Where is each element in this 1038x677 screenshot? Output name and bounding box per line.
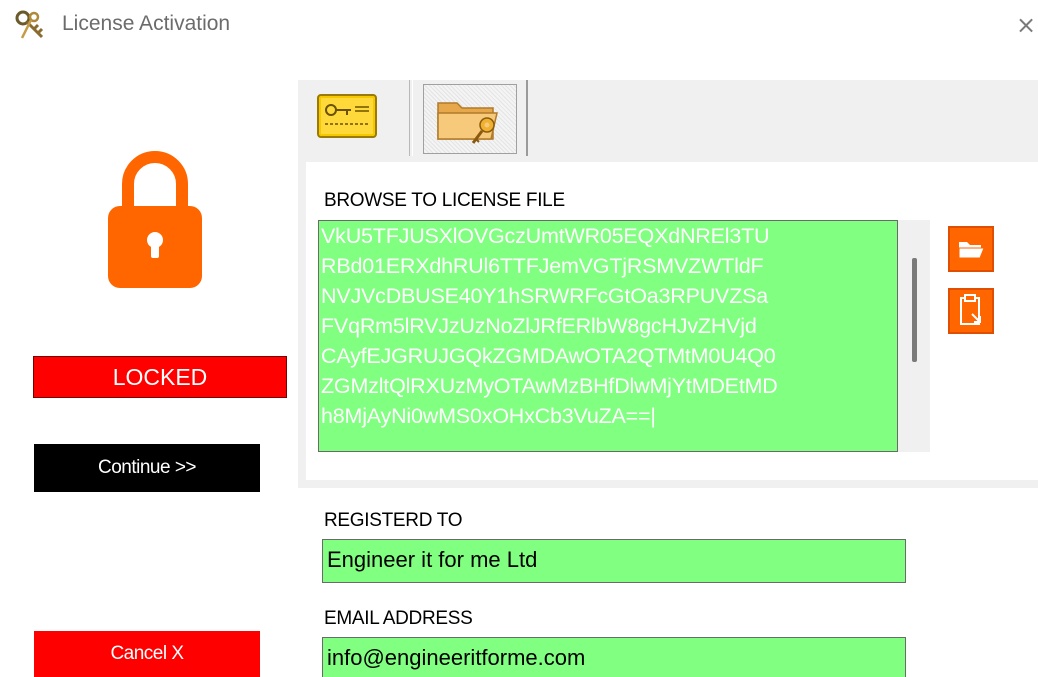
- license-text-container: VkU5TFJUSXlOVGczUmtWR05EQXdNREl3TU RBd01…: [318, 220, 930, 452]
- locked-status-badge: LOCKED: [33, 356, 287, 398]
- browse-license-button[interactable]: [948, 226, 994, 272]
- license-activation-window: License Activation × LOCKED Continue >> …: [0, 0, 1038, 677]
- license-line: CAyfEJGRUJGQkZGMDAwOTA2QTMtM0U4Q0: [321, 344, 776, 368]
- license-key-card-icon: [317, 94, 377, 138]
- license-text-area[interactable]: VkU5TFJUSXlOVGczUmtWR05EQXdNREl3TU RBd01…: [318, 220, 898, 452]
- cancel-button[interactable]: Cancel X: [34, 631, 260, 677]
- window-title: License Activation: [62, 12, 231, 35]
- license-line: NVJVcDBUSE40Y1hSRWRFcGtOa3RPUVZSa: [321, 284, 769, 308]
- tab-license-file[interactable]: [412, 80, 528, 156]
- license-line: FVqRm5lRVJzUzNoZlJRfERlbW8gcHJvZHVjd: [321, 314, 757, 338]
- folder-key-icon: [437, 102, 498, 144]
- paste-clipboard-icon: [960, 294, 981, 325]
- tab-strip: [298, 80, 1038, 162]
- license-file-label: BROWSE TO LICENSE FILE: [324, 190, 565, 211]
- selected-tab-frame: [423, 84, 517, 154]
- title-bar: License Activation ×: [0, 0, 1038, 52]
- license-line: VkU5TFJUSXlOVGczUmtWR05EQXdNREl3TU: [321, 224, 770, 248]
- registered-to-field[interactable]: Engineer it for me Ltd: [322, 539, 906, 583]
- license-line: RBd01ERXdhRUl6TTFJemVGTjRSMVZWTldF: [321, 254, 764, 278]
- padlock-icon: [108, 151, 202, 288]
- license-scrollbar-thumb[interactable]: [912, 258, 917, 362]
- keys-icon: [15, 10, 44, 39]
- registered-to-label: REGISTERD TO: [324, 510, 463, 531]
- close-button[interactable]: ×: [1016, 10, 1038, 40]
- license-line: ZGMzltQlRXUzMyOTAwMzBHfDlwMjYtMDEtMD: [321, 374, 778, 398]
- open-folder-icon: [958, 242, 985, 259]
- email-address-label: EMAIL ADDRESS: [324, 608, 473, 629]
- tab-license-key[interactable]: [300, 80, 410, 156]
- continue-button[interactable]: Continue >>: [34, 444, 260, 492]
- email-address-field[interactable]: info@engineeritforme.com: [322, 637, 906, 677]
- license-line: h8MjAyNi0wMS0xOHxCb3VuZA==|: [321, 404, 656, 428]
- paste-license-button[interactable]: [948, 288, 994, 334]
